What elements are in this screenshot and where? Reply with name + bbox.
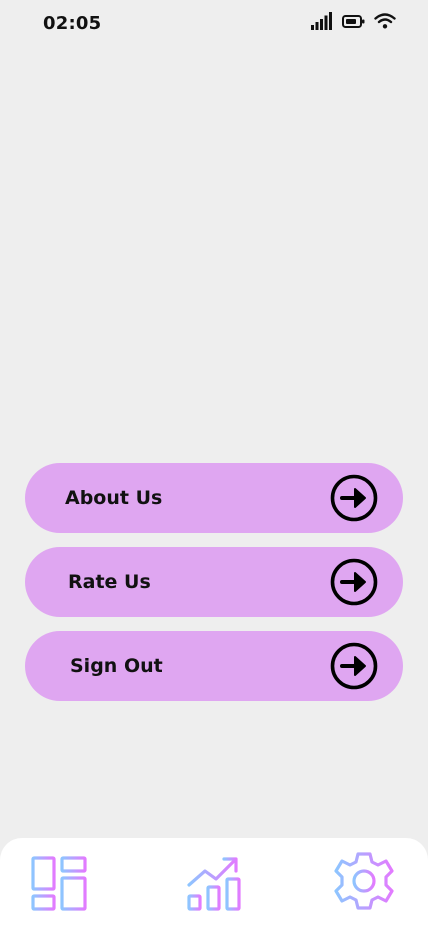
rate-us-button[interactable]: Rate Us — [25, 547, 403, 617]
settings-menu: About Us Rate Us Sign Out — [25, 463, 403, 715]
sign-out-label: Sign Out — [70, 655, 163, 677]
status-time: 02:05 — [43, 13, 102, 34]
status-bar: 02:05 — [0, 0, 428, 46]
signal-icon — [311, 12, 333, 30]
arrow-right-circle-icon — [330, 558, 378, 606]
rate-us-label: Rate Us — [68, 571, 151, 593]
sign-out-button[interactable]: Sign Out — [25, 631, 403, 701]
battery-icon — [342, 14, 365, 28]
nav-settings-button[interactable] — [331, 847, 397, 915]
arrow-right-circle-icon — [330, 642, 378, 690]
nav-dashboard-button[interactable] — [30, 856, 88, 912]
settings-screen: 02:05 About Us Rate Us Sign Out — [0, 0, 428, 926]
bottom-navigation — [0, 838, 428, 926]
dashboard-icon — [31, 856, 87, 911]
arrow-right-circle-icon — [330, 474, 378, 522]
settings-gear-icon — [334, 852, 394, 910]
about-us-button[interactable]: About Us — [25, 463, 403, 533]
analytics-icon — [187, 857, 241, 911]
wifi-icon — [374, 13, 396, 29]
about-us-label: About Us — [65, 487, 163, 509]
status-icons — [311, 12, 396, 30]
nav-analytics-button[interactable] — [185, 855, 243, 913]
